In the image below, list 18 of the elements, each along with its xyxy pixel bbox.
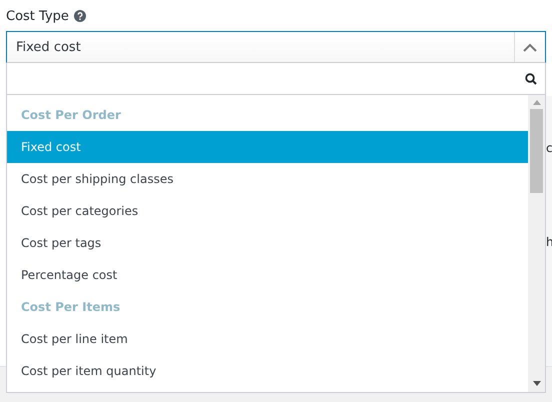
field-label: Cost Type [6, 8, 69, 24]
option-group-heading: Cost Per Order [20, 107, 122, 124]
scroll-up-icon[interactable] [532, 100, 540, 105]
dropdown-option[interactable]: Cost per tags [7, 227, 528, 259]
dropdown-option[interactable]: Cost per line item [7, 323, 528, 355]
dropdown-option[interactable]: Cost per shipping classes [7, 163, 528, 195]
dropdown-option[interactable]: Percentage cost [7, 259, 528, 291]
cost-type-select[interactable]: Fixed cost [6, 31, 546, 63]
scrollbar[interactable] [528, 95, 545, 392]
scroll-down-icon[interactable] [532, 381, 540, 386]
scrollbar-thumb[interactable] [530, 109, 543, 193]
help-icon[interactable] [74, 10, 86, 22]
chevron-up-icon [523, 42, 537, 52]
dropdown-option[interactable]: Cost per item quantity [7, 355, 528, 387]
search-icon [525, 72, 537, 84]
dropdown-option[interactable]: Cost per categories [7, 195, 528, 227]
text-fragment: c [546, 141, 552, 155]
option-group-heading: Cost Per Items [20, 299, 122, 316]
